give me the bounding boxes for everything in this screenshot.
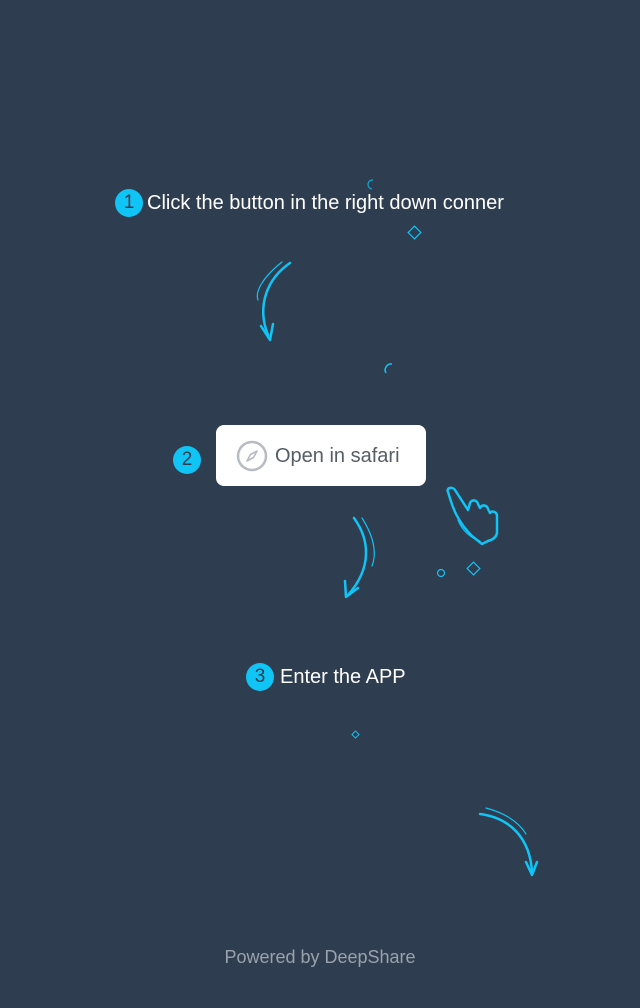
step-2-badge: 2 [173,446,201,474]
decorations-layer [256,179,539,877]
pointing-hand-icon [446,486,499,546]
curved-arrow-1-icon [256,261,292,342]
curved-arrow-2-icon [343,516,375,599]
open-in-safari-button[interactable]: Open in safari [216,425,426,486]
step-1-badge: 1 [115,189,143,217]
powered-by-footer: Powered by DeepShare [224,947,416,967]
open-in-safari-label: Open in safari [275,445,400,467]
step-1-instruction: Click the button in the right down conne… [147,192,504,214]
step-3-instruction: Enter the APP [280,666,406,688]
compass-icon [236,440,268,472]
step-3-badge: 3 [246,663,274,691]
curved-arrow-3-icon [478,807,539,877]
